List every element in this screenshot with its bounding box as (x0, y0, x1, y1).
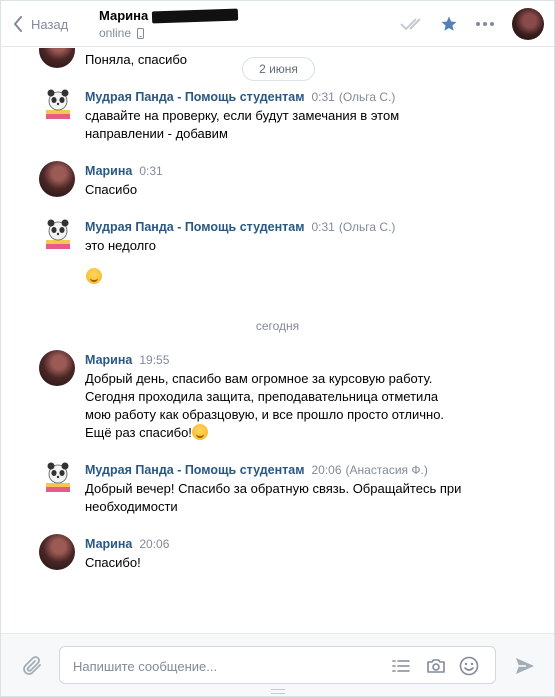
agent-name: (Анастасия Ф.) (345, 463, 428, 477)
message-time[interactable]: 0:31 (311, 220, 334, 234)
agent-name: (Ольга С.) (338, 90, 396, 104)
template-list-icon[interactable] (390, 655, 412, 677)
back-button[interactable]: Назад (13, 13, 68, 35)
header-actions (392, 8, 544, 40)
author-name[interactable]: Марина (85, 164, 132, 178)
star-icon (441, 16, 457, 31)
message-text-content: Добрый день, спасибо вам огромное за кур… (85, 371, 445, 440)
favorite-button[interactable] (434, 9, 464, 39)
emoji-icon[interactable] (458, 655, 480, 677)
message-time[interactable]: 19:55 (139, 353, 169, 367)
mark-read-button[interactable] (398, 9, 428, 39)
avatar[interactable] (39, 161, 75, 197)
message-header: Мудрая Панда - Помощь студентам 0:31 (Ол… (85, 90, 395, 104)
message-header: Марина 0:31 (85, 164, 163, 178)
author-name[interactable]: Мудрая Панда - Помощь студентам (85, 220, 304, 234)
message-text: Спасибо! (85, 555, 141, 570)
more-button[interactable] (470, 9, 500, 39)
mobile-icon (137, 27, 145, 39)
peer-status-text: online (99, 26, 132, 40)
peer-status: online (99, 26, 238, 40)
author-name[interactable]: Марина (85, 353, 132, 367)
peer-info[interactable]: Марина online (99, 8, 239, 40)
message-input-box[interactable] (59, 646, 496, 684)
message-time[interactable]: 0:31 (139, 164, 162, 178)
message-header: Мудрая Панда - Помощь студентам 0:31 (Ол… (85, 220, 395, 234)
author-name[interactable]: Мудрая Панда - Помощь студентам (85, 463, 304, 477)
smile-emoji-icon (86, 268, 102, 284)
camera-icon[interactable] (425, 655, 447, 677)
peer-name-text: Марина (99, 8, 149, 23)
message-composer (1, 633, 554, 696)
day-separator: сегодня (255, 319, 300, 333)
message-time[interactable]: 20:06 (139, 537, 169, 551)
message-time[interactable]: 0:31 (311, 90, 334, 104)
avatar[interactable] (39, 350, 75, 386)
message-header: Мудрая Панда - Помощь студентам 20:06 (А… (85, 463, 428, 477)
double-check-icon (400, 18, 421, 31)
message-time[interactable]: 20:06 (311, 463, 341, 477)
date-pill: 2 июня (242, 57, 315, 81)
redacted-surname (152, 8, 239, 23)
agent-name: (Ольга С.) (338, 220, 396, 234)
avatar[interactable] (39, 48, 75, 68)
more-icon (476, 22, 494, 26)
hugging-emoji-icon (191, 424, 208, 440)
chat-window: Назад Марина online Поняла, спасибо 2 ию… (0, 0, 555, 697)
author-name[interactable]: Мудрая Панда - Помощь студентам (85, 90, 304, 104)
chevron-left-icon (14, 16, 22, 32)
message-text: это недолго (85, 238, 156, 253)
message-text: Добрый вечер! Спасибо за обратную связь.… (85, 481, 462, 514)
avatar[interactable] (39, 534, 75, 570)
send-icon[interactable] (513, 654, 537, 678)
peer-avatar[interactable] (512, 8, 544, 40)
message-input[interactable] (73, 656, 373, 676)
message-text: сдавайте на проверку, если будут замечан… (85, 108, 400, 141)
back-label: Назад (31, 16, 69, 32)
panda-avatar[interactable] (43, 218, 73, 252)
chat-header: Назад Марина online (1, 1, 554, 47)
message-text: Спасибо (85, 182, 138, 197)
message-history[interactable]: Поняла, спасибо 2 июня Мудрая Панда - По… (1, 48, 554, 633)
message-text: Добрый день, спасибо вам огромное за кур… (85, 370, 460, 442)
author-name[interactable]: Марина (85, 537, 132, 551)
panda-avatar[interactable] (43, 88, 73, 122)
message-header: Марина 19:55 (85, 353, 169, 367)
resize-handle[interactable] (271, 689, 285, 694)
panda-avatar[interactable] (43, 461, 73, 495)
attach-icon[interactable] (21, 654, 45, 678)
message-header: Марина 20:06 (85, 537, 169, 551)
peer-name[interactable]: Марина (99, 8, 239, 23)
